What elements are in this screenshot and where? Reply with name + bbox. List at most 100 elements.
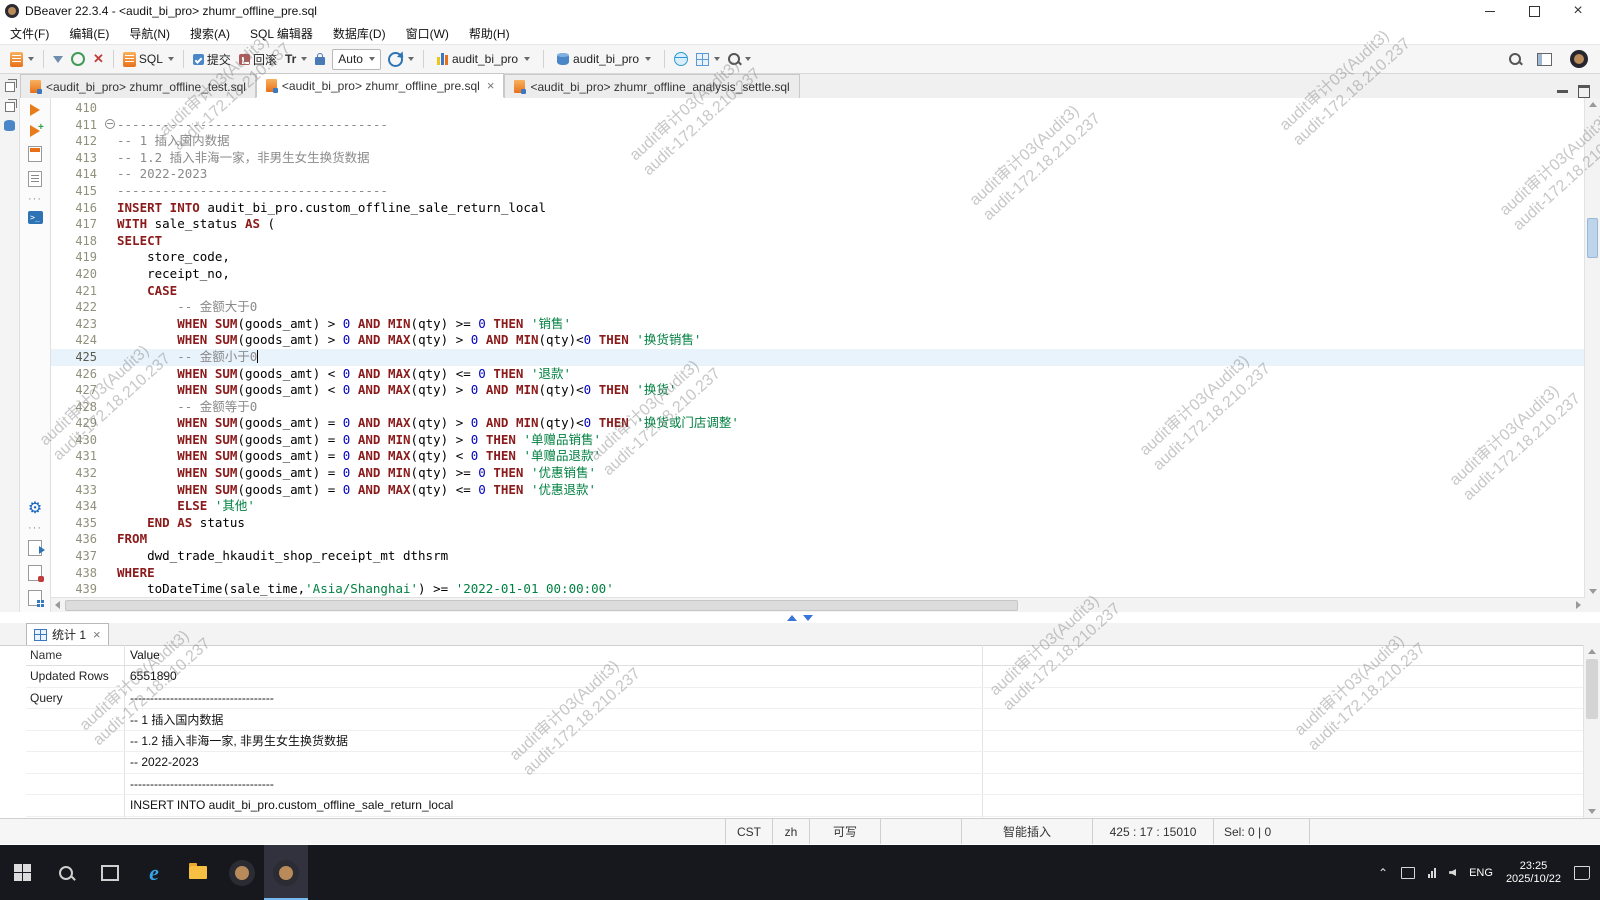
- dbeaver-taskbar-button-active[interactable]: [264, 845, 308, 900]
- tray-expand-icon[interactable]: ⌃: [1378, 866, 1388, 880]
- speaker-icon[interactable]: [1449, 869, 1456, 876]
- expand-up-icon[interactable]: [787, 615, 797, 621]
- code-line-430[interactable]: 430 WHEN SUM(goods_amt) = 0 AND MIN(qty)…: [51, 432, 1585, 449]
- console-icon[interactable]: >_: [28, 211, 43, 224]
- dbeaver-taskbar-button[interactable]: [220, 845, 264, 900]
- export-script-icon[interactable]: [28, 540, 42, 556]
- code-line-426[interactable]: 426 WHEN SUM(goods_amt) < 0 AND MAX(qty)…: [51, 366, 1585, 383]
- explain-plan-icon[interactable]: [28, 171, 42, 187]
- code-line-438[interactable]: 438WHERE: [51, 565, 1585, 582]
- horizontal-scrollbar[interactable]: [51, 597, 1585, 612]
- menu-sql-editor[interactable]: SQL 编辑器: [250, 25, 313, 42]
- menu-file[interactable]: 文件(F): [10, 25, 49, 42]
- menu-database[interactable]: 数据库(D): [333, 25, 386, 42]
- scroll-up-icon[interactable]: [1589, 102, 1597, 107]
- result-row[interactable]: -- 1.2 插入非海一家, 非男生女生换货数据: [26, 731, 1584, 753]
- tab-zhumr-offline-pre[interactable]: <audit_bi_pro> zhumr_offline_pre.sql ×: [256, 73, 505, 98]
- commit-mode-select[interactable]: Auto: [332, 49, 381, 70]
- code-line-439[interactable]: 439 toDateTime(sale_time,'Asia/Shanghai'…: [51, 581, 1585, 598]
- result-row[interactable]: -- 2022-2023: [26, 752, 1584, 774]
- menu-edit[interactable]: 编辑(E): [69, 25, 109, 42]
- tray-app-icon[interactable]: [1401, 867, 1415, 879]
- search-tool-button[interactable]: [724, 51, 755, 67]
- code-line-416[interactable]: 416INSERT INTO audit_bi_pro.custom_offli…: [51, 200, 1585, 217]
- code-line-410[interactable]: 410: [51, 100, 1585, 117]
- code-area[interactable]: 410411----------------------------------…: [51, 100, 1585, 598]
- vertical-scrollbar[interactable]: [1584, 98, 1600, 598]
- code-line-413[interactable]: 413-- 1.2 插入非海一家，非男生女生换货数据: [51, 150, 1585, 167]
- code-line-433[interactable]: 433 WHEN SUM(goods_amt) = 0 AND MAX(qty)…: [51, 482, 1585, 499]
- tab-close-icon[interactable]: ×: [487, 78, 495, 93]
- dbeaver-community-icon[interactable]: [1570, 50, 1588, 68]
- code-line-429[interactable]: 429 WHEN SUM(goods_amt) = 0 AND MAX(qty)…: [51, 415, 1585, 432]
- cancel-execution-button[interactable]: ✕: [89, 51, 108, 67]
- menu-window[interactable]: 窗口(W): [406, 25, 449, 42]
- code-line-435[interactable]: 435 END AS status: [51, 515, 1585, 532]
- notification-center-icon[interactable]: [1574, 866, 1590, 880]
- code-line-421[interactable]: 421 CASE: [51, 283, 1585, 300]
- fetch-next-button[interactable]: [49, 54, 67, 65]
- code-line-414[interactable]: 414-- 2022-2023: [51, 166, 1585, 183]
- code-line-423[interactable]: 423 WHEN SUM(goods_amt) > 0 AND MIN(qty)…: [51, 316, 1585, 333]
- code-line-431[interactable]: 431 WHEN SUM(goods_amt) = 0 AND MAX(qty)…: [51, 448, 1585, 465]
- rollback-button[interactable]: 回滚: [235, 49, 281, 70]
- result-row[interactable]: Query-----------------------------------…: [26, 688, 1584, 710]
- perspective-button[interactable]: [1533, 51, 1556, 68]
- scroll-right-icon[interactable]: [1576, 601, 1581, 609]
- tab-close-icon[interactable]: ×: [93, 627, 101, 642]
- query-history-button[interactable]: [384, 50, 418, 69]
- execute-statement-icon[interactable]: [30, 104, 40, 116]
- code-line-427[interactable]: 427 WHEN SUM(goods_amt) < 0 AND MAX(qty)…: [51, 382, 1585, 399]
- internet-explorer-button[interactable]: e: [132, 845, 176, 900]
- result-row[interactable]: INSERT INTO audit_bi_pro.custom_offline_…: [26, 795, 1584, 817]
- minimize-editor-icon[interactable]: [1557, 90, 1568, 93]
- results-scroll-thumb[interactable]: [1586, 659, 1598, 719]
- result-row[interactable]: -- 1 插入国内数据: [26, 709, 1584, 731]
- restore-view-icon[interactable]: [5, 102, 15, 112]
- grid-options-button[interactable]: [692, 51, 724, 68]
- code-line-428[interactable]: 428 -- 金额等于0: [51, 399, 1585, 416]
- vertical-scroll-thumb[interactable]: [1587, 218, 1598, 258]
- code-line-422[interactable]: 422 -- 金额大于0: [51, 299, 1585, 316]
- taskbar-search-button[interactable]: [44, 845, 88, 900]
- settings-gear-icon[interactable]: ⚙: [28, 502, 42, 516]
- code-line-424[interactable]: 424 WHEN SUM(goods_amt) > 0 AND MAX(qty)…: [51, 332, 1585, 349]
- code-line-412[interactable]: 412-- 1 插入国内数据: [51, 133, 1585, 150]
- results-scrollbar[interactable]: [1583, 645, 1600, 818]
- network-icon[interactable]: [1428, 868, 1436, 878]
- code-line-436[interactable]: 436FROM: [51, 531, 1585, 548]
- code-line-419[interactable]: 419 store_code,: [51, 249, 1585, 266]
- code-line-425[interactable]: 425 -- 金额小于0: [51, 349, 1585, 366]
- database-navigator-icon[interactable]: [4, 120, 15, 131]
- code-line-420[interactable]: 420 receipt_no,: [51, 266, 1585, 283]
- collapse-down-icon[interactable]: [803, 615, 813, 621]
- network-button[interactable]: [670, 50, 692, 68]
- execute-script-icon[interactable]: [28, 146, 42, 162]
- locked-file-icon[interactable]: [28, 565, 42, 581]
- tab-zhumr-offline-analysis-settle[interactable]: <audit_bi_pro> zhumr_offline_analysis_se…: [504, 74, 799, 98]
- maximize-editor-icon[interactable]: [1578, 85, 1590, 98]
- menu-search[interactable]: 搜索(A): [190, 25, 230, 42]
- new-sql-editor-button[interactable]: [6, 50, 38, 69]
- start-button[interactable]: [0, 845, 44, 900]
- status-caret-position[interactable]: 425 : 17 : 15010: [1092, 819, 1213, 844]
- scroll-down-icon[interactable]: [1588, 809, 1596, 814]
- quick-access-search-button[interactable]: [1505, 51, 1525, 67]
- column-header-value[interactable]: Value: [125, 645, 983, 665]
- taskbar-clock[interactable]: 23:25 2025/10/22: [1506, 860, 1561, 886]
- code-line-415[interactable]: 415------------------------------------: [51, 183, 1585, 200]
- close-button[interactable]: ×: [1556, 0, 1600, 22]
- scroll-up-icon[interactable]: [1588, 649, 1596, 654]
- menu-help[interactable]: 帮助(H): [469, 25, 510, 42]
- code-line-411[interactable]: 411------------------------------------: [51, 117, 1585, 134]
- commit-button[interactable]: 提交: [189, 49, 235, 70]
- task-view-button[interactable]: [88, 845, 132, 900]
- more-actions-icon[interactable]: ···: [28, 525, 42, 531]
- tab-statistics[interactable]: 统计 1 ×: [26, 623, 109, 645]
- result-row[interactable]: Updated Rows6551890: [26, 666, 1584, 688]
- code-line-437[interactable]: 437 dwd_trade_hkaudit_shop_receipt_mt dt…: [51, 548, 1585, 565]
- input-language[interactable]: ENG: [1469, 867, 1493, 879]
- code-line-418[interactable]: 418SELECT: [51, 233, 1585, 250]
- scroll-down-icon[interactable]: [1589, 589, 1597, 594]
- transaction-log-button[interactable]: Tr: [281, 50, 311, 68]
